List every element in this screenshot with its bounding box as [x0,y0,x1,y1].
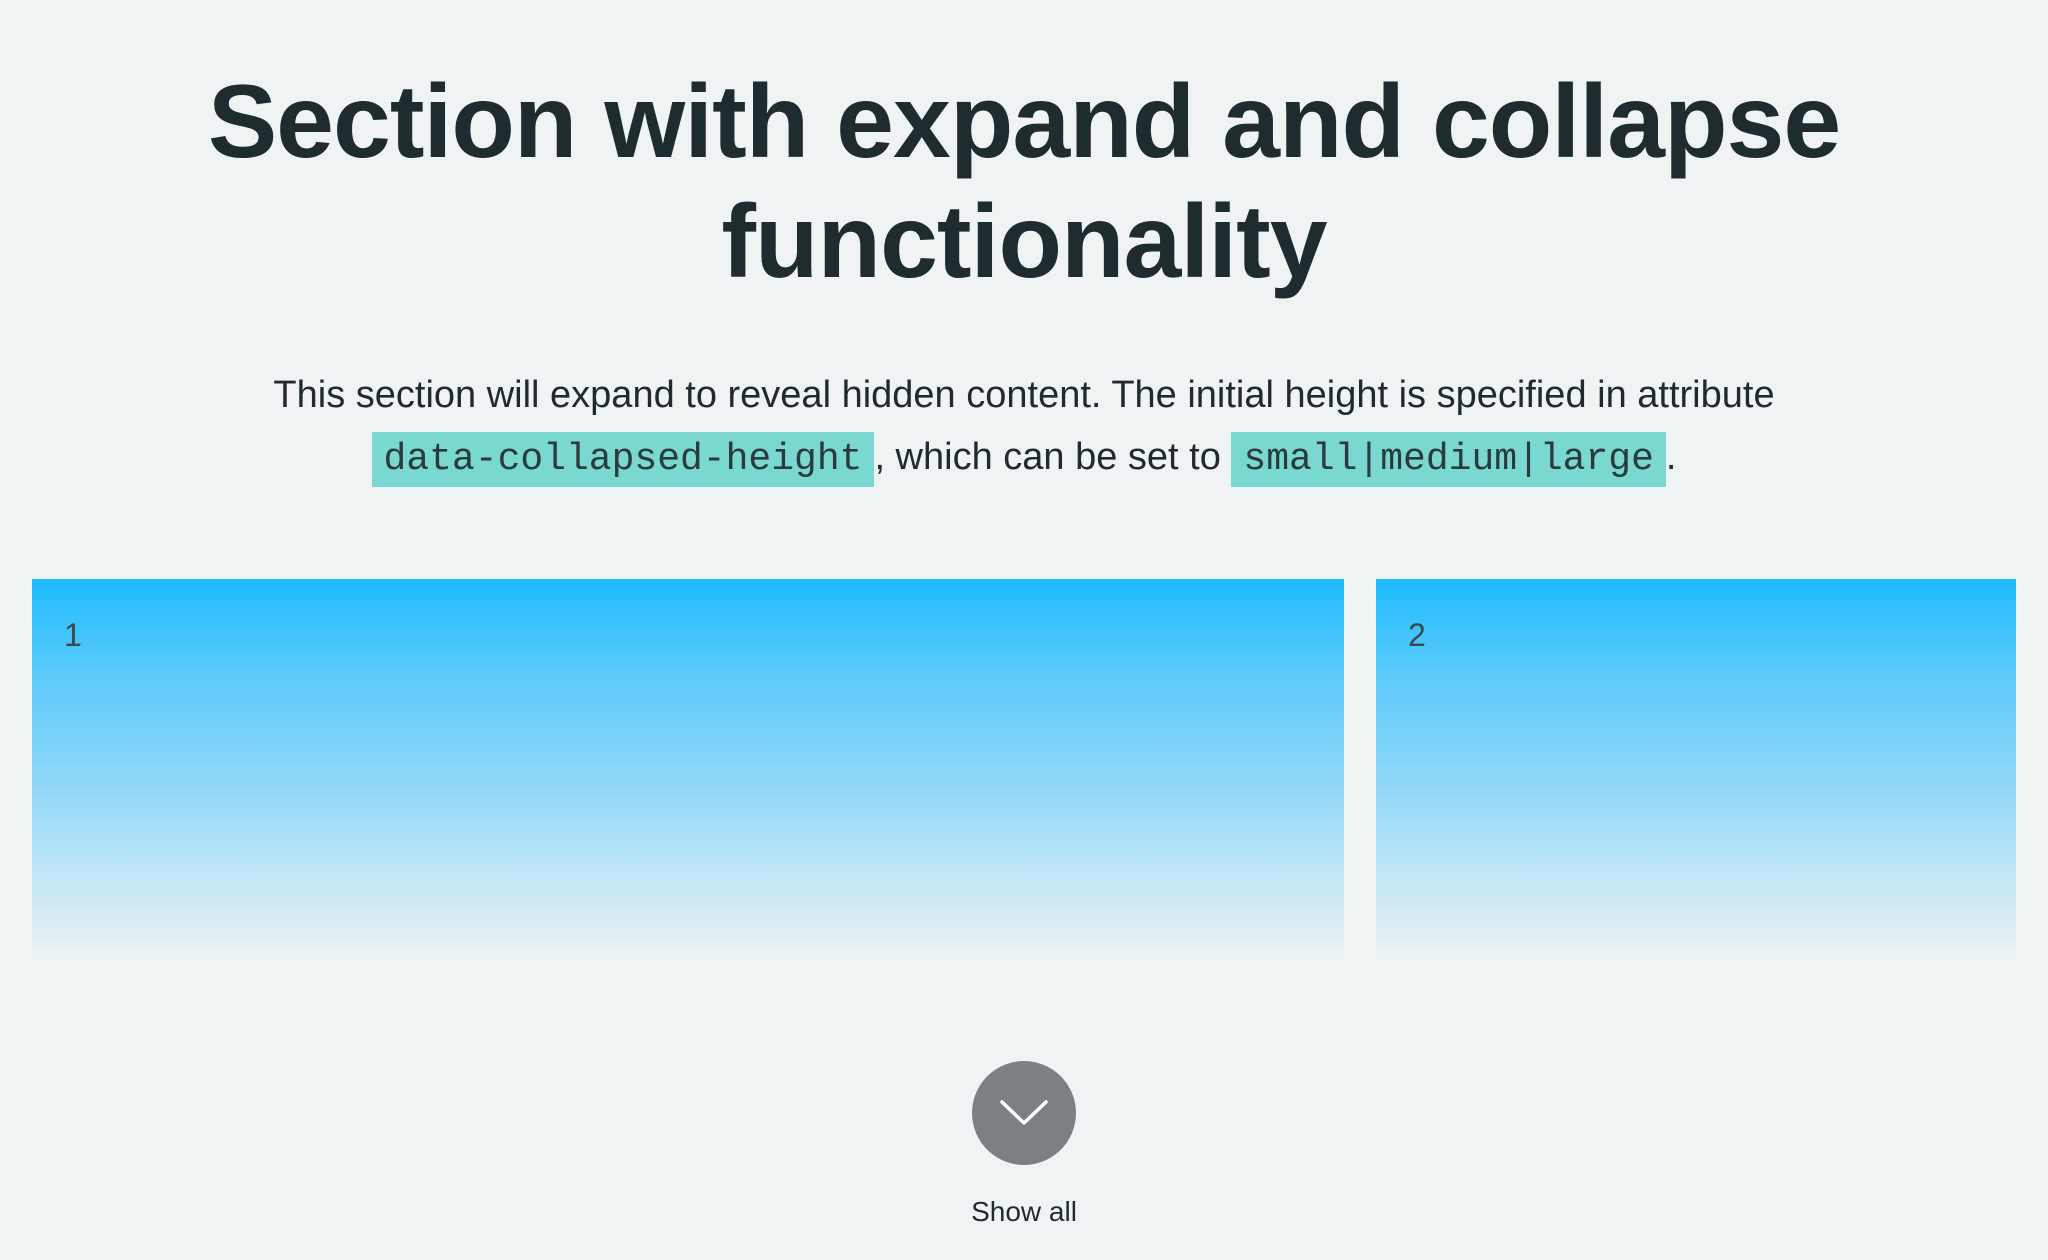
page: Section with expand and collapse functio… [0,0,2048,1260]
collapsed-card-1: 1 [32,579,1344,965]
code-height-options: small|medium|large [1231,432,1666,487]
collapsed-card-2: 2 [1376,579,2016,965]
description-text-end: . [1665,436,1677,478]
chevron-down-icon [1000,1100,1048,1125]
code-collapsed-height-attribute: data-collapsed-height [371,432,875,487]
section-description: This section will expand to reveal hidde… [224,364,1824,491]
page-title: Section with expand and collapse functio… [207,64,1841,300]
description-text-intro: This section will expand to reveal hidde… [273,374,1775,416]
description-text-between: , which can be set to [874,436,1221,478]
card-number: 1 [64,617,82,653]
show-all-label[interactable]: Show all [0,1192,2048,1232]
show-all-button[interactable] [972,1061,1076,1165]
card-number: 2 [1408,617,1426,653]
